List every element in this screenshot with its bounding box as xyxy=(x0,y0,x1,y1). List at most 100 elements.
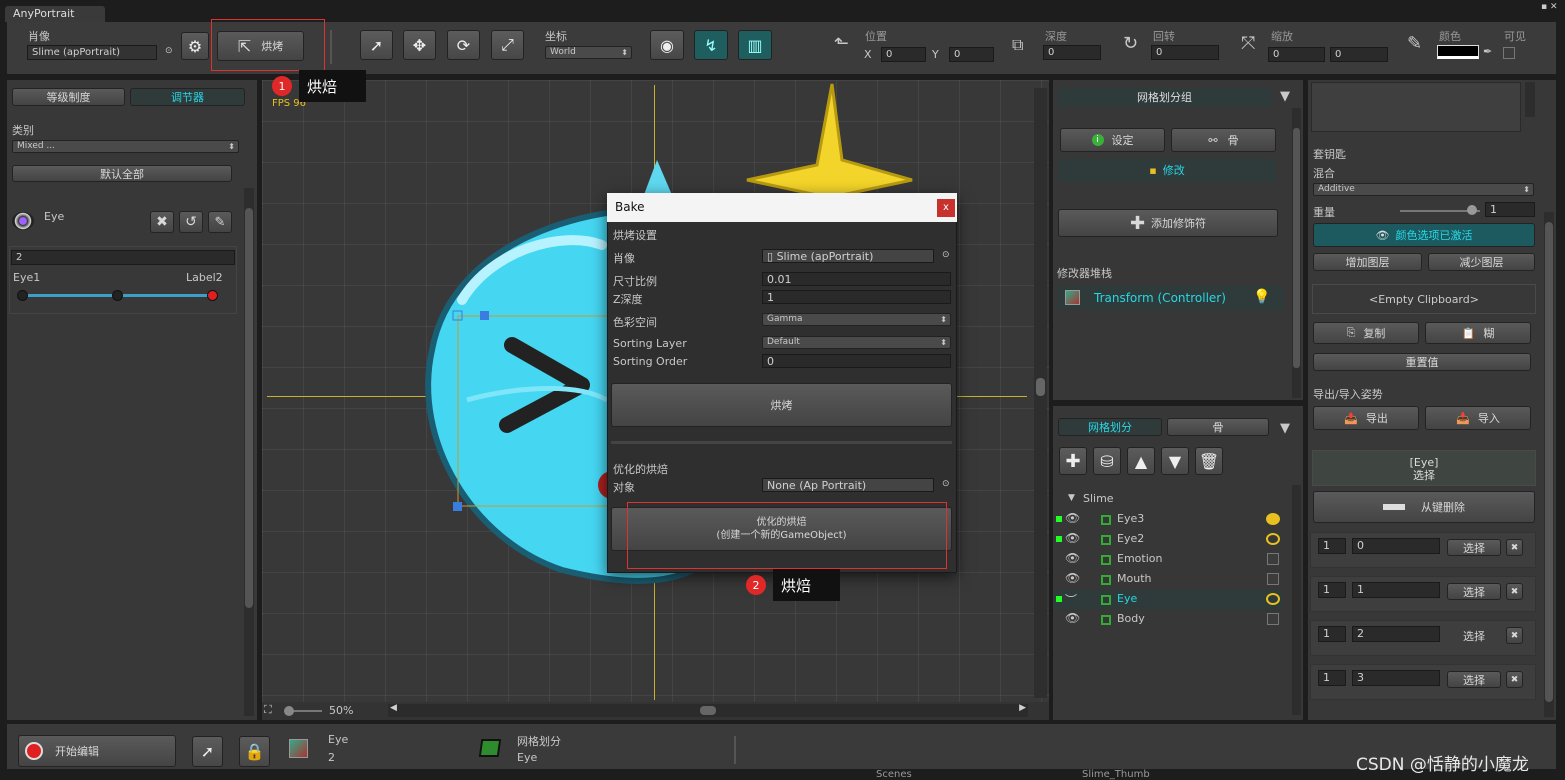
key-row-index[interactable]: 1 xyxy=(1318,582,1346,598)
mesh-visibility-button[interactable]: ▥ xyxy=(738,30,772,60)
add-modifier-button[interactable]: ✚ 添加修饰符 xyxy=(1058,209,1278,237)
bake-sorting-layer-dropdown[interactable]: Default xyxy=(762,336,951,349)
move-tool-button[interactable]: ✥ xyxy=(403,30,436,60)
viewport-vscroll[interactable] xyxy=(1034,88,1047,698)
setting-button[interactable]: i 设定 xyxy=(1060,128,1165,152)
zoom-slider[interactable] xyxy=(284,706,322,716)
mesh-group-scrollbar[interactable] xyxy=(1292,108,1301,398)
left-scrollbar[interactable] xyxy=(244,188,254,716)
eye-icon[interactable]: 👁 xyxy=(1065,551,1080,565)
tree-item-checkbox[interactable] xyxy=(1267,613,1279,625)
category-dropdown[interactable]: Mixed ... xyxy=(12,140,239,153)
scenes-tab[interactable]: Scenes xyxy=(876,769,912,780)
color-swatch[interactable] xyxy=(1437,45,1479,59)
window-tab[interactable]: AnyPortrait xyxy=(5,6,105,22)
viewport-hscroll[interactable]: ◀ ▶ xyxy=(388,703,1028,717)
import-button[interactable]: 📥 导入 xyxy=(1425,406,1531,430)
add-node-button[interactable]: ✚ xyxy=(1059,447,1087,475)
modifier-item[interactable]: Transform (Controller) xyxy=(1058,286,1284,310)
eye-icon[interactable]: 👁 xyxy=(1065,611,1080,625)
rotate-tool-button[interactable]: ⟳ xyxy=(447,30,480,60)
remove-from-key-button[interactable]: 从键删除 xyxy=(1313,491,1535,523)
export-button[interactable]: 📤 导出 xyxy=(1313,406,1419,430)
bake-sorting-order-field[interactable]: 0 xyxy=(762,354,951,368)
controller-value-field[interactable]: 2 xyxy=(11,250,235,265)
eyedropper-icon[interactable]: ✒ xyxy=(1483,45,1492,58)
scale-tool-button[interactable]: ⤢ xyxy=(491,30,524,60)
portrait-field[interactable]: Slime (apPortrait) xyxy=(27,45,157,60)
fit-view-icon[interactable]: ⛶ xyxy=(264,703,272,717)
tab-controller[interactable]: 调节器 xyxy=(130,88,245,106)
layer-node-button[interactable]: ⛁ xyxy=(1093,447,1121,475)
slider-knob[interactable] xyxy=(207,290,218,301)
slider-knob[interactable] xyxy=(112,290,123,301)
tree-item[interactable] xyxy=(1054,530,1282,549)
eye-icon[interactable]: 👁 xyxy=(1065,511,1080,525)
bake-target-field[interactable]: None (Ap Portrait) xyxy=(762,478,934,492)
settings-gear-button[interactable]: ⚙ xyxy=(181,32,209,60)
key-row-select-button[interactable]: 选择 xyxy=(1447,671,1501,688)
slider-knob[interactable] xyxy=(17,290,28,301)
pos-x-field[interactable]: 0 xyxy=(881,47,926,62)
bake-portrait-target-icon[interactable]: ⊙ xyxy=(942,250,950,260)
lock-light-button[interactable]: 🔒 xyxy=(239,736,270,767)
reset-controller-button[interactable]: ↺ xyxy=(179,211,203,233)
bake-close-button[interactable]: x xyxy=(937,199,955,217)
tree-item[interactable] xyxy=(1054,610,1282,629)
tree-root-arrow[interactable]: ▼ xyxy=(1068,493,1075,503)
controller-link-icon[interactable] xyxy=(1266,513,1280,525)
bake-z-field[interactable]: 1 xyxy=(762,290,951,304)
bake-portrait-field[interactable]: ▯ Slime (apPortrait) xyxy=(762,249,934,263)
key-row-select-button[interactable]: 选择 xyxy=(1447,627,1501,644)
key-row-value[interactable]: 0 xyxy=(1352,538,1440,554)
slime-thumb-tab[interactable]: Slime_Thumb xyxy=(1082,769,1150,780)
hierarchy-collapse-icon[interactable]: ▼ xyxy=(1280,421,1290,436)
key-row-remove-icon[interactable]: ✖ xyxy=(1506,539,1523,556)
onion-skin-button[interactable]: ◉ xyxy=(650,30,684,60)
scale-y-field[interactable]: 0 xyxy=(1330,47,1388,62)
tab-mesh[interactable]: 网格划分 xyxy=(1058,418,1162,436)
controller-link-icon[interactable] xyxy=(1266,533,1280,545)
key-row-index[interactable]: 1 xyxy=(1318,670,1346,686)
delete-controller-button[interactable]: ✖ xyxy=(150,211,174,233)
controller-link-icon[interactable] xyxy=(1266,593,1280,605)
modifier-lightbulb-icon[interactable]: 💡 xyxy=(1253,289,1270,305)
bake-size-field[interactable]: 0.01 xyxy=(762,272,951,286)
right-scrollbar[interactable] xyxy=(1544,212,1554,717)
reset-value-button[interactable]: 重置值 xyxy=(1313,353,1531,371)
key-row-index[interactable]: 1 xyxy=(1318,626,1346,642)
tab-bone[interactable]: 骨 xyxy=(1167,418,1269,436)
key-row-value[interactable]: 3 xyxy=(1352,670,1440,686)
delete-node-button[interactable]: 🗑 xyxy=(1195,447,1223,475)
eye-icon[interactable]: 👁 xyxy=(1065,571,1080,585)
tree-item[interactable] xyxy=(1054,590,1282,609)
coordinate-dropdown[interactable]: World xyxy=(545,46,632,59)
visible-checkbox[interactable] xyxy=(1503,47,1515,59)
visibility-off-icon[interactable]: ︶ xyxy=(1065,591,1077,608)
tree-item[interactable] xyxy=(1054,570,1282,589)
pos-y-field[interactable]: 0 xyxy=(949,47,994,62)
edit-controller-button[interactable]: ✎ xyxy=(208,211,232,233)
eye-icon[interactable]: 👁 xyxy=(1065,531,1080,545)
tree-item-checkbox[interactable] xyxy=(1267,573,1279,585)
right-top-scrollbar[interactable] xyxy=(1525,82,1535,117)
key-row-remove-icon[interactable]: ✖ xyxy=(1506,671,1523,688)
key-row-index[interactable]: 1 xyxy=(1318,538,1346,554)
reset-all-button[interactable]: 默认全部 xyxy=(12,165,232,182)
bake-colorspace-dropdown[interactable]: Gamma xyxy=(762,313,951,326)
bake-button[interactable]: 烘烤 xyxy=(611,383,952,427)
key-row-value[interactable]: 2 xyxy=(1352,626,1440,642)
scale-x-field[interactable]: 0 xyxy=(1268,47,1325,62)
tree-item[interactable] xyxy=(1054,510,1282,529)
bone-visibility-button[interactable]: ↯ xyxy=(694,30,728,60)
modify-tab[interactable]: ▪ 修改 xyxy=(1058,159,1276,182)
select-tool-button[interactable]: ➚ xyxy=(360,30,393,60)
key-row-select-button[interactable]: 选择 xyxy=(1447,583,1501,600)
color-option-button[interactable]: 👁 颜色选项已激活 xyxy=(1313,223,1535,247)
tree-item-checkbox[interactable] xyxy=(1267,553,1279,565)
add-layer-button[interactable]: 增加图层 xyxy=(1313,253,1422,271)
copy-button[interactable]: ⎘ 复制 xyxy=(1313,322,1419,344)
target-icon[interactable]: ⊙ xyxy=(165,46,173,56)
mesh-group-collapse-icon[interactable]: ▼ xyxy=(1280,89,1290,104)
tree-root[interactable]: Slime xyxy=(1083,492,1114,505)
